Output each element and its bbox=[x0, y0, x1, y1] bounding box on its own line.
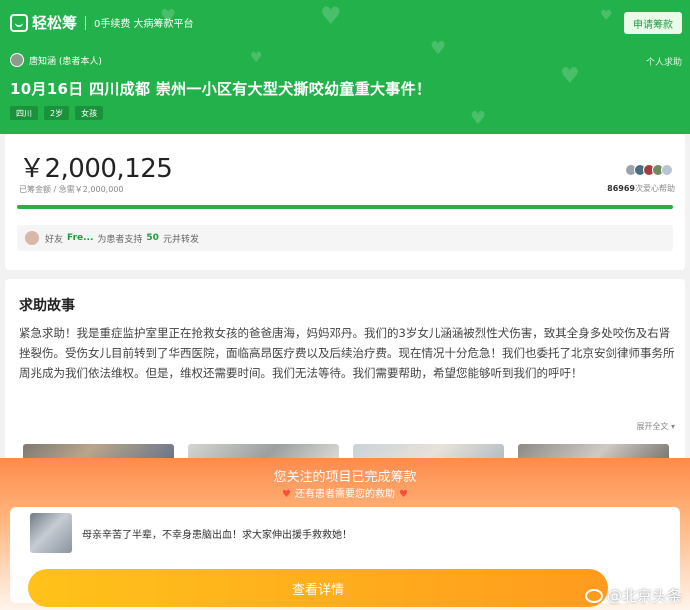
view-details-button[interactable]: 查看详情 bbox=[28, 569, 608, 607]
slogan: 0手续费 大病筹款平台 bbox=[94, 19, 194, 30]
logo-icon bbox=[10, 13, 28, 32]
weibo-icon bbox=[584, 588, 603, 603]
watermark: @北京头条 bbox=[584, 585, 682, 606]
author-name: 唐知涵 (患者本人) bbox=[29, 56, 102, 67]
recommend-text: 母亲辛苦了半辈，不幸身患脑出血！求大家伸出援手救救她！ bbox=[82, 530, 352, 541]
share-suffix: 元并转发 bbox=[162, 234, 199, 245]
page-title: 10月16日 四川成都 崇州一小区有大型犬撕咬幼童重大事件！ bbox=[10, 80, 432, 98]
story-title: 求助故事 bbox=[19, 298, 75, 314]
heart-decoration-icon: ♥ bbox=[470, 108, 487, 129]
progress-fill bbox=[17, 205, 673, 209]
header: ♥ ♥ ♥ ♥ ♥ ♥ ♥ 轻松筹 0手续费 大病筹款平台 申请筹款 唐知涵 (… bbox=[0, 0, 690, 134]
tag-gender: 女孩 bbox=[75, 106, 104, 120]
overlay-title: 您关注的项目已完成筹款 bbox=[273, 470, 417, 485]
personal-help-label: 个人求助 bbox=[645, 58, 682, 68]
logo[interactable]: 轻松筹 0手续费 大病筹款平台 bbox=[10, 12, 194, 33]
logo-text: 轻松筹 bbox=[32, 14, 78, 32]
avatar bbox=[25, 231, 39, 245]
tag-province: 四川 bbox=[10, 106, 38, 120]
author[interactable]: 唐知涵 (患者本人) bbox=[10, 53, 102, 67]
apply-fundraise-button[interactable]: 申请筹款 bbox=[624, 12, 682, 34]
top-bar: 轻松筹 0手续费 大病筹款平台 申请筹款 bbox=[0, 0, 690, 44]
share-user: Fre... bbox=[67, 233, 94, 243]
avatar bbox=[10, 53, 24, 67]
tag-list: 四川 2岁 女孩 bbox=[10, 106, 104, 120]
share-mid: 为患者支持 bbox=[97, 234, 143, 245]
help-count: 86969次爱心帮助 bbox=[607, 183, 675, 194]
divider bbox=[85, 15, 87, 30]
watermark-text: @北京头条 bbox=[606, 587, 682, 605]
friend-share-row[interactable]: 好友 Fre... 为患者支持 50 元并转发 bbox=[17, 225, 673, 251]
overlay-subtitle-text: 还有患者需要您的救助 bbox=[295, 489, 395, 500]
completed-overlay: 您关注的项目已完成筹款 ♥ 还有患者需要您的救助 ♥ 母亲辛苦了半辈，不幸身患脑出血… bbox=[0, 458, 690, 610]
recommend-thumbnail bbox=[30, 513, 72, 553]
progress-bar bbox=[17, 205, 673, 209]
expand-full-text-link[interactable]: 展开全文 ▾ bbox=[636, 421, 675, 432]
recommend-card[interactable]: 母亲辛苦了半辈，不幸身患脑出血！求大家伸出援手救救她！ 查看详情 bbox=[10, 507, 680, 607]
overlay-subtitle: ♥ 还有患者需要您的救助 ♥ bbox=[0, 485, 690, 500]
story-card: 求助故事 紧急求助！我是重症监护室里正在抢救女孩的爸爸唐海，妈妈邓丹。我们的3岁… bbox=[5, 279, 685, 479]
share-prefix: 好友 bbox=[45, 234, 64, 245]
heart-decoration-icon: ♥ bbox=[250, 50, 263, 66]
story-text: 紧急求助！我是重症监护室里正在抢救女孩的爸爸唐海，妈妈邓丹。我们的3岁女儿涵涵被… bbox=[19, 326, 675, 380]
raised-amount: ￥2,000,125 bbox=[19, 154, 173, 184]
heart-icon: ♥ bbox=[282, 489, 291, 500]
heart-icon: ♥ bbox=[399, 489, 408, 500]
fundraise-card: ￥2,000,125 已筹金额 / 急需￥2,000,000 86969次爱心帮… bbox=[5, 134, 685, 270]
avatar bbox=[661, 164, 673, 176]
donor-avatars[interactable] bbox=[625, 164, 673, 176]
tag-age: 2岁 bbox=[44, 106, 70, 120]
raised-label: 已筹金额 / 急需￥2,000,000 bbox=[19, 185, 124, 194]
help-count-suffix: 次爱心帮助 bbox=[635, 184, 675, 193]
help-count-number: 86969 bbox=[607, 184, 635, 193]
share-amount: 50 bbox=[146, 233, 159, 243]
